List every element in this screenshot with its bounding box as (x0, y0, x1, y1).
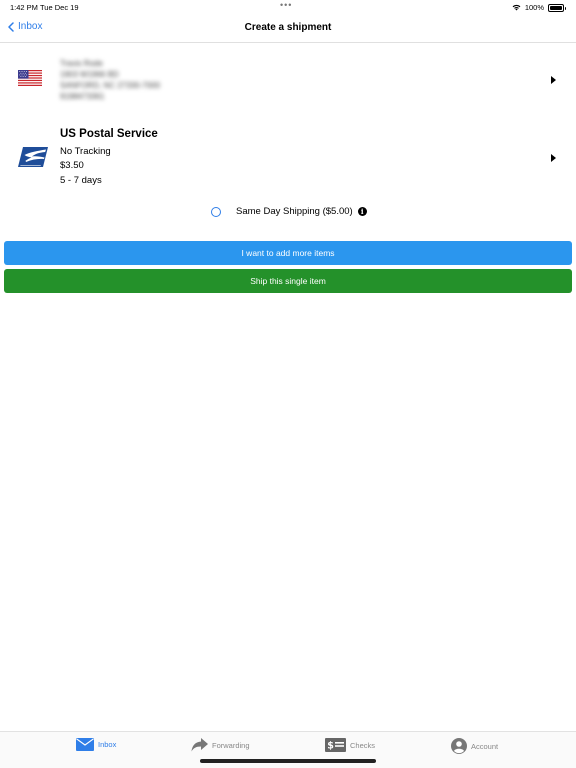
tracking-info: No Tracking (60, 146, 111, 157)
usps-eagle-icon (18, 147, 48, 167)
disclosure-arrow-icon (551, 76, 556, 84)
wifi-icon (512, 4, 521, 11)
app-screen: 1:42 PM Tue Dec 19 ••• 100% Inbox Create… (0, 0, 576, 768)
same-day-shipping-option[interactable]: Same Day Shipping ($5.00) i (211, 206, 367, 217)
disclosure-arrow-icon (551, 154, 556, 162)
tab-label: Checks (350, 740, 376, 750)
add-more-items-button[interactable]: I want to add more items (4, 241, 572, 265)
check-icon: $ (325, 738, 346, 752)
info-icon[interactable]: i (357, 207, 367, 216)
us-flag-icon (18, 70, 42, 86)
mail-icon (76, 738, 94, 751)
tab-label: Forwarding (212, 740, 250, 750)
status-bar: 1:42 PM Tue Dec 19 ••• 100% (0, 0, 576, 14)
battery-percent: 100% (524, 3, 544, 12)
tab-account[interactable]: Account (451, 738, 498, 754)
address-text: Travis Rode 1903 W1966 BD SANFORD, NC 27… (60, 58, 160, 102)
address-line: 9198473361 (60, 92, 105, 101)
status-date: Tue Dec 19 (40, 3, 79, 12)
home-indicator[interactable] (200, 759, 376, 763)
status-right: 100% (512, 3, 566, 12)
delivery-estimate: 5 - 7 days (60, 175, 102, 186)
battery-icon (548, 3, 566, 12)
svg-text:$: $ (327, 741, 334, 752)
same-day-label: Same Day Shipping ($5.00) (236, 206, 353, 217)
address-line: Travis Rode (60, 59, 103, 68)
user-icon (451, 738, 467, 754)
status-time: 1:42 PM (10, 3, 38, 12)
same-day-radio[interactable] (211, 206, 221, 217)
tab-forwarding[interactable]: Forwarding (191, 738, 250, 752)
page-title: Create a shipment (244, 22, 332, 33)
address-line: SANFORD, NC 27330-7000 (60, 81, 161, 90)
shipping-method-row[interactable]: US Postal Service No Tracking $3.50 5 - … (0, 126, 576, 190)
tab-checks[interactable]: $ Checks (325, 738, 375, 752)
forward-arrow-icon (191, 738, 208, 752)
tab-inbox[interactable]: Inbox (76, 738, 116, 751)
navigation-bar: Inbox Create a shipment (0, 14, 576, 43)
address-row[interactable]: Travis Rode 1903 W1966 BD SANFORD, NC 27… (0, 48, 576, 112)
shipping-price: $3.50 (60, 160, 84, 171)
tab-label: Inbox (98, 740, 117, 749)
address-line: 1903 W1966 BD (60, 70, 119, 79)
tab-label: Account (471, 741, 499, 751)
multitasking-dots[interactable]: ••• (280, 0, 292, 10)
carrier-name: US Postal Service (60, 128, 158, 140)
ship-single-item-button[interactable]: Ship this single item (4, 269, 572, 293)
